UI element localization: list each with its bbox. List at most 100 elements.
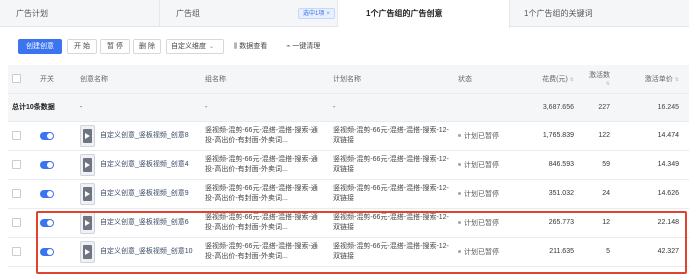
video-thumbnail[interactable]: [80, 211, 95, 234]
video-thumbnail[interactable]: [80, 124, 95, 147]
row-checkbox[interactable]: [12, 247, 21, 256]
header-select-cell: [8, 65, 36, 94]
one-click-clean-button[interactable]: ⌁ 一键清理: [286, 39, 320, 54]
creative-toggle[interactable]: [40, 131, 54, 140]
creative-name-link[interactable]: 自定义创意_竖板视频_创意6: [100, 218, 189, 228]
plan-name-cell: 竖视频-混剪-66元-混搭-混搭-搜索-12-双链接: [329, 150, 454, 180]
group-name-cell: 竖视频-混剪-66元-混搭-混搭-搜索-通投-高出价-有封面-外卖词...: [201, 150, 329, 180]
tab-label: 1个广告组的广告创意: [366, 9, 443, 18]
status-cell: 计划已暂停: [454, 121, 526, 151]
row-checkbox[interactable]: [12, 189, 21, 198]
play-icon: [85, 161, 90, 168]
status-dot-icon: [458, 250, 461, 254]
select-all-checkbox[interactable]: [12, 74, 21, 84]
row-switch-cell: [36, 150, 76, 180]
spend-cell: 1,765.839: [526, 121, 584, 151]
tab-keywords[interactable]: 1个广告组的关键词: [510, 0, 689, 27]
status-text: 计划已暂停: [464, 248, 499, 256]
status-dot-icon: [458, 163, 461, 167]
table-row: 自定义创意_竖板视频_创意10 竖视频-混剪-66元-混搭-混搭-搜索-通投-高…: [8, 237, 689, 267]
group-name: 竖视频-混剪-66元-混搭-混搭-搜索-通投-高出价-有封面-外卖词...: [205, 213, 318, 231]
video-thumbnail[interactable]: [80, 153, 95, 176]
play-icon: [85, 248, 90, 255]
tab-ad-groups[interactable]: 广告组 选中1项 ×: [160, 0, 338, 27]
group-name-cell: 竖视频-混剪-66元-混搭-混搭-搜索-通投-高出价-有封面-外卖词...: [201, 208, 329, 238]
total-creative: -: [76, 93, 201, 122]
pause-button[interactable]: 暂 停: [100, 39, 130, 54]
selection-chip[interactable]: 选中1项 ×: [298, 8, 335, 19]
creative-cell: 自定义创意_竖板视频_创意9: [76, 179, 201, 209]
create-creative-button[interactable]: 创建创意: [18, 39, 62, 54]
table-row: 自定义创意_竖板视频_创意8 竖视频-混剪-66元-混搭-混搭-搜索-通投-高出…: [8, 121, 689, 151]
creative-name-link[interactable]: 自定义创意_竖板视频_创意8: [100, 131, 189, 141]
group-name-cell: 竖视频-混剪-66元-混搭-混搭-搜索-通投-高出价-有封面-外卖词...: [201, 179, 329, 209]
tab-bar: 广告计划 广告组 选中1项 × 1个广告组的广告创意 1个广告组的关键词: [0, 0, 689, 28]
tab-label: 广告计划: [16, 9, 48, 18]
creatives-table: 开关 创意名称 组名称 计划名称 状态 花费(元) ⇅ 激活数⇅ 激活单价 ⇅ 总计…: [8, 65, 689, 267]
chevron-down-icon: ⌄: [209, 44, 215, 50]
row-checkbox[interactable]: [12, 131, 21, 140]
custom-dimension-select[interactable]: 自定义维度 ⌄: [166, 39, 224, 54]
status-cell: 计划已暂停: [454, 150, 526, 180]
total-spend: 3,687.656: [526, 93, 584, 122]
table-row: 自定义创意_竖板视频_创意4 竖视频-混剪-66元-混搭-混搭-搜索-通投-高出…: [8, 150, 689, 180]
creative-name-link[interactable]: 自定义创意_竖板视频_创意4: [100, 160, 189, 170]
row-switch-cell: [36, 121, 76, 151]
tab-ad-plans[interactable]: 广告计划: [0, 0, 160, 27]
header-creative-name[interactable]: 创意名称: [76, 65, 201, 94]
activations-cell: 24: [584, 179, 620, 209]
plan-name: 竖视频-混剪-66元-混搭-混搭-搜索-12-双链接: [333, 213, 449, 231]
start-button[interactable]: 开 始: [67, 39, 97, 54]
creative-toggle[interactable]: [40, 247, 54, 256]
header-plan-name[interactable]: 计划名称: [329, 65, 454, 94]
row-switch-cell: [36, 208, 76, 238]
status-dot-icon: [458, 221, 461, 225]
activations-cell: 59: [584, 150, 620, 180]
row-select-cell: [8, 179, 36, 209]
row-select-cell: [8, 150, 36, 180]
header-spend[interactable]: 花费(元) ⇅: [526, 65, 584, 94]
close-icon[interactable]: ×: [326, 11, 330, 17]
tab-label: 广告组: [176, 9, 200, 18]
group-name: 竖视频-混剪-66元-混搭-混搭-搜索-通投-高出价-有封面-外卖词...: [205, 126, 318, 144]
video-thumbnail[interactable]: [80, 240, 95, 263]
plan-name-cell: 竖视频-混剪-66元-混搭-混搭-搜索-12-双链接: [329, 179, 454, 209]
sort-icon: ⇅: [569, 76, 574, 83]
data-view-button[interactable]: ⫼ 数据查看: [234, 39, 267, 54]
plan-name: 竖视频-混剪-66元-混搭-混搭-搜索-12-双链接: [333, 242, 449, 260]
row-checkbox[interactable]: [12, 218, 21, 227]
creative-toggle[interactable]: [40, 218, 54, 227]
total-label: 总计10条数据: [8, 93, 76, 122]
tab-label: 1个广告组的关键词: [524, 9, 593, 18]
video-thumbnail[interactable]: [80, 182, 95, 205]
creative-toggle[interactable]: [40, 160, 54, 169]
row-checkbox[interactable]: [12, 160, 21, 169]
spend-cell: 846.593: [526, 150, 584, 180]
select-value: 自定义维度: [171, 43, 206, 50]
play-icon: [85, 190, 90, 197]
header-group-name[interactable]: 组名称: [201, 65, 329, 94]
table-header-row: 开关 创意名称 组名称 计划名称 状态 花费(元) ⇅ 激活数⇅ 激活单价 ⇅: [8, 65, 689, 94]
tab-creatives[interactable]: 1个广告组的广告创意: [338, 0, 510, 28]
table-row: 自定义创意_竖板视频_创意6 竖视频-混剪-66元-混搭-混搭-搜索-通投-高出…: [8, 208, 689, 238]
total-plan: -: [329, 93, 454, 122]
header-status[interactable]: 状态: [454, 65, 526, 94]
group-name: 竖视频-混剪-66元-混搭-混搭-搜索-通投-高出价-有封面-外卖词...: [205, 184, 318, 202]
toolbar: 创建创意 开 始 暂 停 删 除 自定义维度 ⌄ ⫼ 数据查看 ⌁ 一键清理: [0, 36, 689, 56]
status-cell: 计划已暂停: [454, 208, 526, 238]
delete-button[interactable]: 删 除: [133, 39, 161, 54]
creative-name-link[interactable]: 自定义创意_竖板视频_创意10: [100, 247, 193, 257]
broom-icon: ⌁: [286, 43, 291, 50]
activations-cell: 5: [584, 237, 620, 267]
sort-icon: ⇅: [605, 81, 610, 88]
row-switch-cell: [36, 179, 76, 209]
header-activations[interactable]: 激活数⇅: [584, 65, 620, 94]
creative-toggle[interactable]: [40, 189, 54, 198]
header-unit-price[interactable]: 激活单价 ⇅: [620, 65, 689, 94]
row-select-cell: [8, 237, 36, 267]
creative-name-link[interactable]: 自定义创意_竖板视频_创意9: [100, 189, 189, 199]
total-status: [454, 93, 526, 122]
status-dot-icon: [458, 134, 461, 138]
total-group: -: [201, 93, 329, 122]
row-select-cell: [8, 208, 36, 238]
